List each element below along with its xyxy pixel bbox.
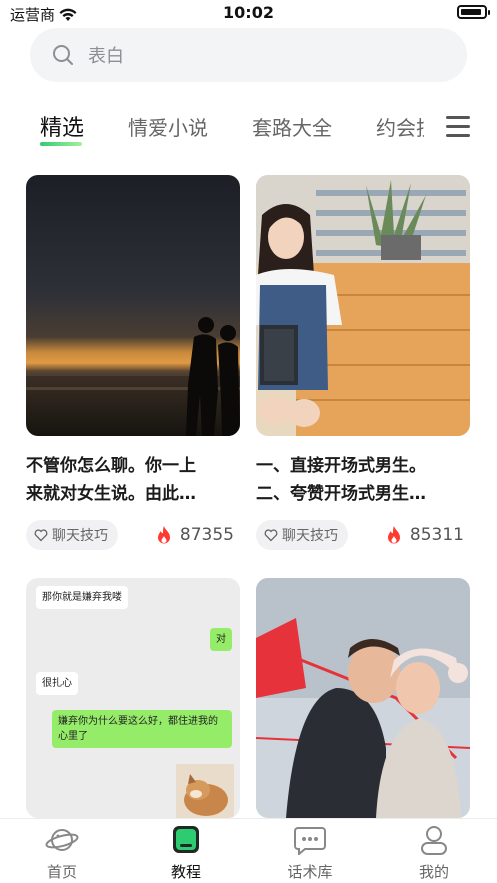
fire-icon [387,526,400,544]
chat-bubble-right: 嫌弃你为什么要这么好，都住进我的心里了 [52,710,232,748]
popularity-count: 87355 [156,520,234,550]
article-title-line: 来就对女生说。由此… [26,484,196,504]
girl-in-library-image [256,175,470,436]
nav-tutorial-label: 教程 [170,863,201,881]
heart-outline-icon [264,529,278,542]
article-title: 不管你怎么聊。你一上 来就对女生说。由此… [26,452,240,508]
nav-home-label: 首页 [46,863,77,881]
dog-photo-thumbnail [176,764,234,818]
nav-home[interactable]: 首页 [0,819,124,883]
chat-bubble-left: 那你就是嫌弃我喽 [36,586,128,609]
active-tab-indicator [40,142,82,146]
nav-phrasebook[interactable]: 话术库 [248,819,372,883]
category-tag[interactable]: 聊天技巧 [256,520,348,550]
search-bar[interactable]: 表白 [30,28,467,82]
tab-routines[interactable]: 套路大全 [252,112,332,141]
battery-level [461,9,481,15]
fire-icon [157,526,170,544]
category-tag-label: 聊天技巧 [282,528,338,544]
nav-profile-label: 我的 [418,863,449,881]
tab-romance-novels[interactable]: 情爱小说 [128,112,208,141]
battery-icon [457,5,490,19]
menu-icon[interactable] [446,116,470,138]
bottom-navigation: 首页 教程 话术库 我的 [0,818,497,883]
article-title-line: 一、直接开场式男生。 [256,456,426,476]
chat-bubble-left: 很扎心 [36,672,78,695]
heart-outline-icon [34,529,48,542]
tab-featured[interactable]: 精选 [40,110,84,142]
sunset-couple-image [26,175,240,436]
status-bar: 运营商 10:02 [0,0,497,26]
tab-dating-tips[interactable]: 约会技巧 [376,112,424,141]
nav-tutorial[interactable]: 教程 [124,819,248,883]
profile-icon [421,826,447,855]
category-tag-label: 聊天技巧 [52,528,108,544]
planet-icon [45,829,79,851]
chat-bubble-icon [294,827,326,855]
clock: 10:02 [223,3,274,22]
category-tabs: 精选 情爱小说 套路大全 约会技巧 [0,108,497,154]
article-title-line: 二、夸赞开场式男生… [256,484,426,504]
view-count: 85311 [409,525,464,545]
popularity-count: 85311 [386,520,464,550]
article-title-line: 不管你怎么聊。你一上 [26,456,196,476]
nav-profile[interactable]: 我的 [372,819,496,883]
article-title: 一、直接开场式男生。 二、夸赞开场式男生… [256,452,470,508]
couple-ribbon-image [256,578,470,818]
tutorial-icon [173,826,199,853]
tab-dating-clip: 约会技巧 [372,108,424,148]
view-count: 87355 [179,525,234,545]
chat-screenshot-image: 那你就是嫌弃我喽 对 很扎心 嫌弃你为什么要这么好，都住进我的心里了 [26,578,240,818]
nav-phrasebook-label: 话术库 [287,863,333,881]
search-placeholder: 表白 [88,46,124,67]
search-icon [53,45,73,65]
chat-bubble-right: 对 [210,628,232,651]
category-tag[interactable]: 聊天技巧 [26,520,118,550]
